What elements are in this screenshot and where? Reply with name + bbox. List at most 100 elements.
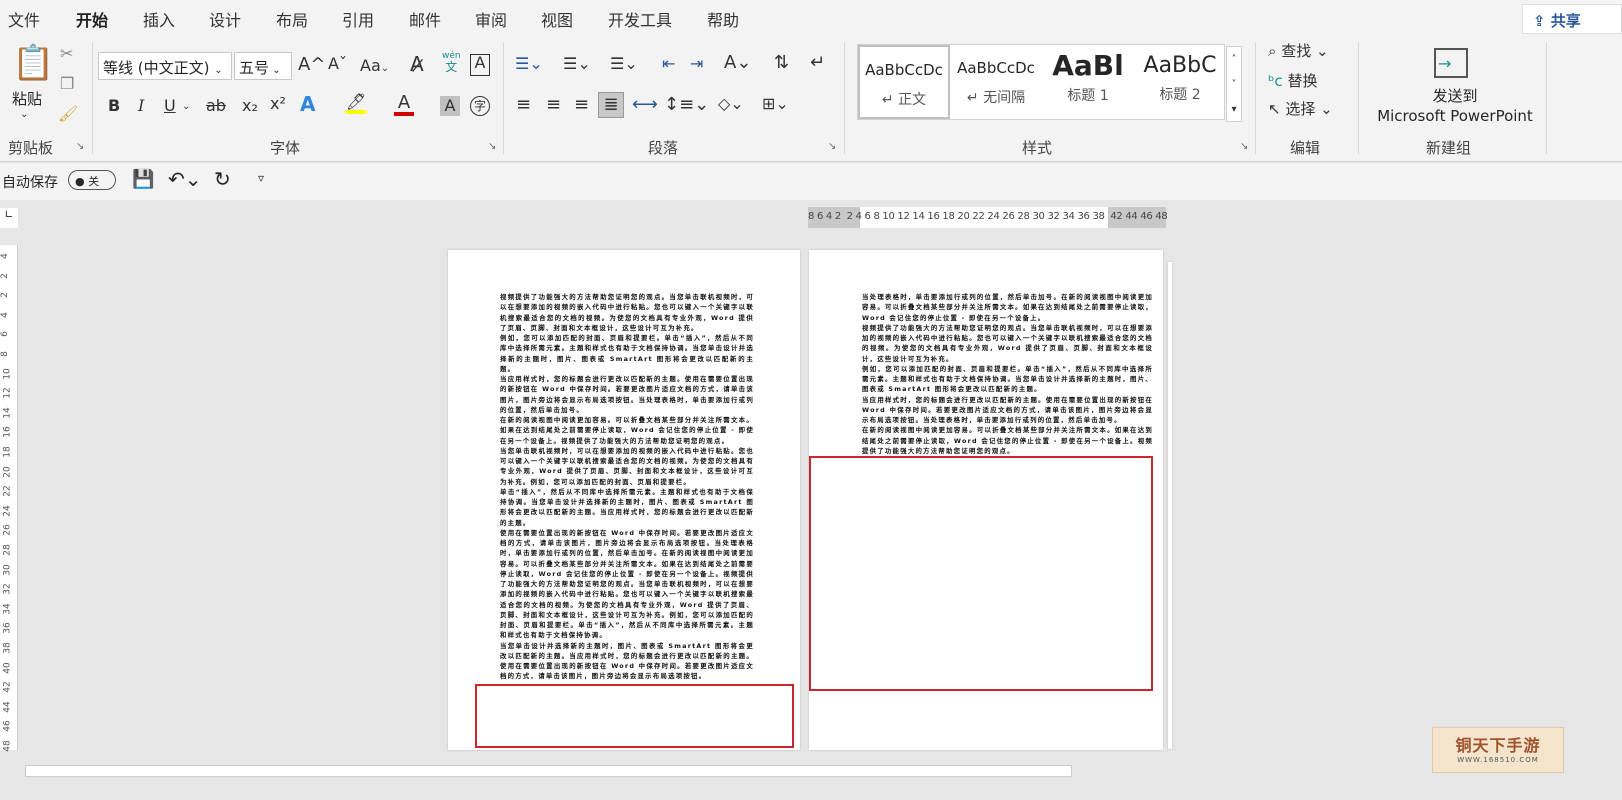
divider <box>92 42 93 154</box>
tab-10[interactable]: 帮助 <box>707 7 739 31</box>
ruler-tick: 46 <box>2 720 13 733</box>
distributed-icon[interactable]: ⟷ <box>632 96 658 114</box>
save-icon[interactable]: 💾 <box>132 169 154 190</box>
replace-button[interactable]: ᵇc 替换 <box>1268 74 1317 89</box>
horizontal-scrollbar[interactable] <box>25 765 1072 777</box>
align-right-icon[interactable]: ≡ <box>574 96 589 114</box>
style-name: ↵ 无间隔 <box>966 90 1026 106</box>
shading-icon[interactable]: ◇⌄ <box>718 96 744 112</box>
text-effects-button[interactable]: A <box>300 94 315 114</box>
paragraph: 例如，您可以添加匹配的封面、页眉和提要栏。单击“插入”，然后从不同库中选择所需元… <box>500 334 754 373</box>
tab-9[interactable]: 开发工具 <box>608 7 672 31</box>
share-label: 共享 <box>1550 12 1581 30</box>
watermark-logo: 铜天下手游 WWW.168510.COM <box>1432 727 1564 773</box>
tab-3[interactable]: 设计 <box>209 7 241 31</box>
customize-qat-icon[interactable]: ▿ <box>258 171 264 185</box>
paste-icon[interactable]: 📋 <box>12 46 54 80</box>
replace-label: 替换 <box>1287 72 1318 90</box>
tab-2[interactable]: 插入 <box>143 7 175 31</box>
redo-icon[interactable]: ↻ <box>214 167 231 191</box>
vertical-ruler[interactable]: 4 2 2 4 6 8 10 12 14 16 18 20 22 24 26 28 30 32 34 36 38 40 42… <box>0 245 18 752</box>
align-center-icon[interactable]: ≡ <box>546 96 561 114</box>
change-case-button[interactable]: Aa⌄ <box>360 58 389 74</box>
chevron-down-icon[interactable]: ⌄ <box>182 102 190 112</box>
clear-formatting-icon[interactable]: A̷ <box>410 54 424 74</box>
shrink-font-button[interactable]: Aˇ <box>328 56 347 72</box>
highlight-button[interactable]: 🖊 <box>346 94 366 114</box>
character-border-icon[interactable]: A <box>470 54 490 76</box>
sort-icon[interactable]: ⇅ <box>774 54 789 72</box>
grow-font-button[interactable]: A^ <box>298 56 325 74</box>
style-heading-1[interactable]: AaBl 标题 1 <box>1042 45 1134 119</box>
align-left-icon[interactable]: ≡ <box>516 96 531 114</box>
select-button[interactable]: ↖ 选择 ⌄ <box>1268 102 1333 117</box>
autosave-toggle[interactable]: ● 关 <box>68 170 116 190</box>
font-color-button[interactable]: A <box>394 94 414 116</box>
multilevel-list-icon[interactable]: ☰⌄ <box>610 56 638 72</box>
decrease-indent-icon[interactable]: ⇤ <box>662 56 675 72</box>
ruler-tick: 26 <box>2 524 13 537</box>
chevron-down-icon[interactable]: ⌄ <box>20 110 28 120</box>
bold-button[interactable]: B <box>108 98 120 114</box>
styles-scroll[interactable]: ˄ ˅ ▾ <box>1226 46 1242 122</box>
share-button[interactable]: ⇪ 共享 <box>1522 4 1622 34</box>
highlight-box-page-2 <box>809 456 1153 691</box>
style-heading-2[interactable]: AaBbC 标题 2 <box>1134 45 1226 119</box>
paragraph: 当处理表格时，单击要添加行或列的位置，然后单击加号。在新的阅读视图中阅读更加容易… <box>862 293 1153 322</box>
tab-7[interactable]: 审阅 <box>475 7 507 31</box>
asian-layout-icon[interactable]: A⌄ <box>724 54 751 72</box>
borders-icon[interactable]: ⊞⌄ <box>762 96 789 112</box>
font-launcher-icon[interactable]: ↘ <box>488 141 496 152</box>
tab-6[interactable]: 邮件 <box>409 7 441 31</box>
style-name: 标题 2 <box>1159 87 1201 103</box>
group-label-styles: 样式 <box>1022 139 1053 157</box>
format-painter-icon[interactable]: 🖌 <box>58 106 78 122</box>
justify-icon[interactable]: ≣ <box>598 92 624 118</box>
copy-icon[interactable]: ❐ <box>60 76 74 92</box>
phonetic-guide-button[interactable]: wén 文 <box>442 52 461 74</box>
horizontal-ruler[interactable]: 8 6 4 2 2 4 6 8 10 12 14 16 18 20 22 24 … <box>808 207 1168 228</box>
ruler-tick: 22 <box>2 485 13 497</box>
style-no-spacing[interactable]: AaBbCcDc ↵ 无间隔 <box>950 45 1042 119</box>
ruler-tick: 24 <box>2 505 13 517</box>
underline-button[interactable]: U <box>164 98 176 114</box>
strikethrough-button[interactable]: ab <box>206 98 226 114</box>
tab-8[interactable]: 视图 <box>541 7 573 31</box>
send-to-powerpoint-icon[interactable]: → <box>1434 48 1468 78</box>
font-name-select[interactable]: 等线 (中文正文) ⌄ <box>98 52 232 80</box>
italic-button[interactable]: I <box>138 98 144 114</box>
find-button[interactable]: ⌕ 查找 ⌄ <box>1268 44 1329 59</box>
enclose-characters-button[interactable]: 字 <box>470 96 490 116</box>
send-to-powerpoint-button[interactable]: 发送到 Microsoft PowerPoint <box>1376 86 1534 126</box>
clipboard-launcher-icon[interactable]: ↘ <box>76 141 84 152</box>
paste-button[interactable]: 粘贴 <box>12 88 42 109</box>
cut-icon[interactable]: ✂ <box>60 46 73 62</box>
subscript-button[interactable]: x₂ <box>242 98 258 114</box>
font-size-value: 五号 <box>239 59 270 77</box>
tab-selector-icon[interactable]: ∟ <box>0 208 18 228</box>
superscript-button[interactable]: x² <box>270 96 286 112</box>
bullets-icon[interactable]: ☰⌄ <box>515 56 543 72</box>
tab-4[interactable]: 布局 <box>276 7 308 31</box>
numbering-icon[interactable]: ☰⌄ <box>563 56 591 72</box>
paragraph-launcher-icon[interactable]: ↘ <box>828 141 836 152</box>
ruler-tick: 8 <box>0 351 10 357</box>
character-shading-button[interactable]: A <box>440 96 460 116</box>
tab-5[interactable]: 引用 <box>342 7 374 31</box>
divider <box>1255 42 1256 154</box>
paragraph: 视频提供了功能强大的方法帮助您证明您的观点。当您单击联机视频时，可以在想要添加的… <box>862 323 1153 363</box>
font-size-select[interactable]: 五号 ⌄ <box>234 52 292 80</box>
increase-indent-icon[interactable]: ⇥ <box>690 56 703 72</box>
page-1[interactable]: 视频提供了功能强大的方法帮助您证明您的观点。当您单击联机视频时，可以在想要添加的… <box>448 250 800 750</box>
paragraph: 在新的阅读视图中阅读更加容易。可以折叠文档某些部分并关注所需文本。如果在达到结尾… <box>500 416 754 445</box>
ruler-tick: 44 <box>2 701 13 713</box>
tab-1[interactable]: 开始 <box>76 7 109 39</box>
line-spacing-icon[interactable]: ↕≡⌄ <box>664 96 709 114</box>
undo-icon[interactable]: ↶⌄ <box>168 167 202 191</box>
change-case-label: Aa <box>360 56 381 75</box>
styles-launcher-icon[interactable]: ↘ <box>1240 141 1248 152</box>
divider <box>1546 42 1547 154</box>
tab-0[interactable]: 文件 <box>8 7 40 31</box>
style-normal[interactable]: AaBbCcDc ↵ 正文 <box>858 45 950 119</box>
show-marks-icon[interactable]: ↵ <box>810 54 825 72</box>
